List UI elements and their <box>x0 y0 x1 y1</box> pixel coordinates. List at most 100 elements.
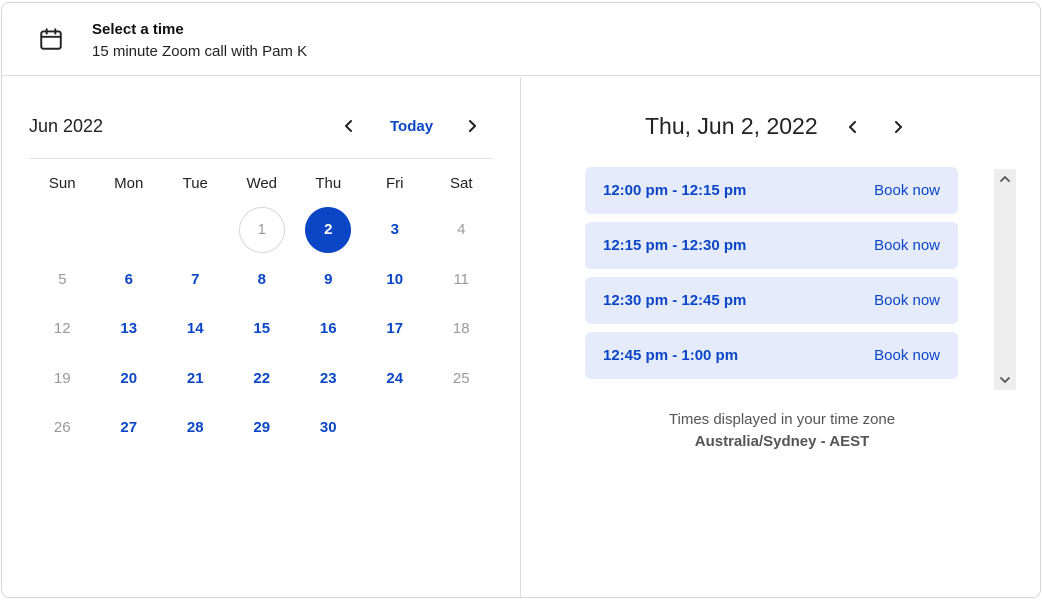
calendar-day[interactable]: 20 <box>96 355 163 401</box>
calendar-day[interactable]: 10 <box>362 256 429 302</box>
calendar-day: 11 <box>428 256 495 302</box>
chevron-down-icon <box>1000 377 1010 383</box>
book-now-button[interactable]: Book now <box>874 182 940 199</box>
calendar-day-number: 23 <box>319 369 337 387</box>
event-subtitle: 15 minute Zoom call with Pam K <box>92 43 308 60</box>
calendar-day-number: 24 <box>386 369 404 387</box>
calendar-day[interactable]: 13 <box>96 306 163 352</box>
weekday-label: Sun <box>48 175 76 192</box>
calendar-day-number: 13 <box>120 320 138 338</box>
calendar-day[interactable]: 3 <box>362 207 429 253</box>
calendar-day: 4 <box>428 207 495 253</box>
calendar-day[interactable]: 9 <box>295 256 362 302</box>
book-now-button[interactable]: Book now <box>874 347 940 364</box>
calendar-day-number: 22 <box>253 369 271 387</box>
calendar-day[interactable]: 6 <box>96 256 163 302</box>
weekday-label: Fri <box>386 175 404 192</box>
book-now-button[interactable]: Book now <box>874 237 940 254</box>
calendar-day-number: 9 <box>324 270 333 288</box>
calendar-day-number: 25 <box>452 369 470 387</box>
calendar-day-number: 11 <box>453 270 470 288</box>
calendar-pane: Jun 2022 Today Sun Mon Tue Wed Thu Fri Sat 123… <box>2 77 521 597</box>
calendar-empty-cell <box>362 405 429 451</box>
calendar-day[interactable]: 21 <box>162 355 229 401</box>
calendar-empty-cell <box>162 207 229 253</box>
selected-date-label: Thu, Jun 2, 2022 <box>645 113 818 139</box>
calendar-day[interactable]: 17 <box>362 306 429 352</box>
calendar-day-number: 4 <box>457 221 466 239</box>
chevron-up-icon <box>1000 176 1010 182</box>
calendar-day[interactable]: 8 <box>229 256 296 302</box>
prev-day-button[interactable] <box>841 115 865 139</box>
calendar-icon <box>40 28 62 50</box>
time-slot[interactable]: 12:45 pm - 1:00 pm Book now <box>585 332 958 379</box>
calendar-week-row: 19 20 21 22 23 24 25 <box>29 354 495 404</box>
calendar-day-number: 28 <box>186 419 204 437</box>
time-slot-list: 12:00 pm - 12:15 pm Book now 12:15 pm - … <box>585 167 958 387</box>
header: Select a time 15 minute Zoom call with P… <box>2 3 1040 76</box>
calendar-day-number: 17 <box>386 320 404 338</box>
time-slot[interactable]: 12:00 pm - 12:15 pm Book now <box>585 167 958 214</box>
scheduler-panel: Select a time 15 minute Zoom call with P… <box>1 2 1041 598</box>
calendar-day[interactable]: 30 <box>295 405 362 451</box>
calendar-day[interactable]: 22 <box>229 355 296 401</box>
slot-list-scrollbar[interactable] <box>994 169 1016 390</box>
chevron-left-icon <box>849 121 856 133</box>
weekday-label: Wed <box>246 175 278 192</box>
next-day-button[interactable] <box>886 115 910 139</box>
calendar-day[interactable]: 15 <box>229 306 296 352</box>
calendar-day-number: 14 <box>186 320 204 338</box>
calendar-day[interactable]: 24 <box>362 355 429 401</box>
calendar-day-number: 15 <box>253 320 271 338</box>
weekday-label: Tue <box>182 175 208 192</box>
calendar-day-number: 5 <box>58 270 67 288</box>
calendar-day: 12 <box>29 306 96 352</box>
calendar-empty-cell <box>428 405 495 451</box>
calendar-day[interactable]: 27 <box>96 405 163 451</box>
time-slot-pane: Thu, Jun 2, 2022 12:00 pm - 12:15 pm Boo… <box>522 77 1040 597</box>
calendar-day-number: 7 <box>191 270 200 288</box>
time-slot[interactable]: 12:15 pm - 12:30 pm Book now <box>585 222 958 269</box>
calendar-day[interactable]: 16 <box>295 306 362 352</box>
timezone-note: Times displayed in your time zone <box>668 411 896 428</box>
calendar-day-number: 21 <box>186 369 204 387</box>
calendar-day: 26 <box>29 405 96 451</box>
next-month-button[interactable] <box>460 114 484 138</box>
weekday-header-row: Sun Mon Tue Wed Thu Fri Sat <box>29 175 495 199</box>
calendar-day[interactable]: 29 <box>229 405 296 451</box>
calendar-day-number: 3 <box>390 221 399 239</box>
prev-month-button[interactable] <box>337 114 361 138</box>
slot-time: 12:45 pm - 1:00 pm <box>603 347 739 364</box>
slot-time: 12:00 pm - 12:15 pm <box>603 182 747 199</box>
calendar-empty-cell <box>96 207 163 253</box>
scroll-up-button[interactable] <box>994 169 1016 189</box>
calendar-week-row: 12 13 14 15 16 17 18 <box>29 304 495 354</box>
calendar-day-number: 19 <box>53 369 71 387</box>
calendar-day[interactable]: 14 <box>162 306 229 352</box>
chevron-right-icon <box>469 120 476 132</box>
calendar-day-number: 26 <box>53 419 71 437</box>
time-slot[interactable]: 12:30 pm - 12:45 pm Book now <box>585 277 958 324</box>
weekday-label: Thu <box>315 175 342 192</box>
book-now-button[interactable]: Book now <box>874 292 940 309</box>
calendar-day-number: 12 <box>53 320 71 338</box>
weekday-label: Sat <box>449 175 473 192</box>
calendar-week-row: 5 6 7 8 9 10 11 <box>29 255 495 305</box>
calendar-day-number: 29 <box>253 419 271 437</box>
calendar-grid: Sun Mon Tue Wed Thu Fri Sat 1 2 3 4 5 6 7 8 9 10 11 12 13 1… <box>29 175 495 453</box>
calendar-day[interactable]: 23 <box>295 355 362 401</box>
calendar-day-selected[interactable]: 2 <box>295 206 362 253</box>
scroll-down-button[interactable] <box>994 370 1016 390</box>
calendar-day-number: 8 <box>257 270 266 288</box>
calendar-day-number: 10 <box>386 270 404 288</box>
calendar-day[interactable]: 7 <box>162 256 229 302</box>
calendar-day[interactable]: 28 <box>162 405 229 451</box>
calendar-day: 1 <box>229 206 296 253</box>
calendar-day-number: 18 <box>452 320 470 338</box>
today-button[interactable]: Today <box>390 118 433 135</box>
divider <box>29 158 493 159</box>
calendar-day: 18 <box>428 306 495 352</box>
calendar-day-number: 16 <box>319 320 337 338</box>
calendar-day: 19 <box>29 355 96 401</box>
calendar-day: 5 <box>29 256 96 302</box>
